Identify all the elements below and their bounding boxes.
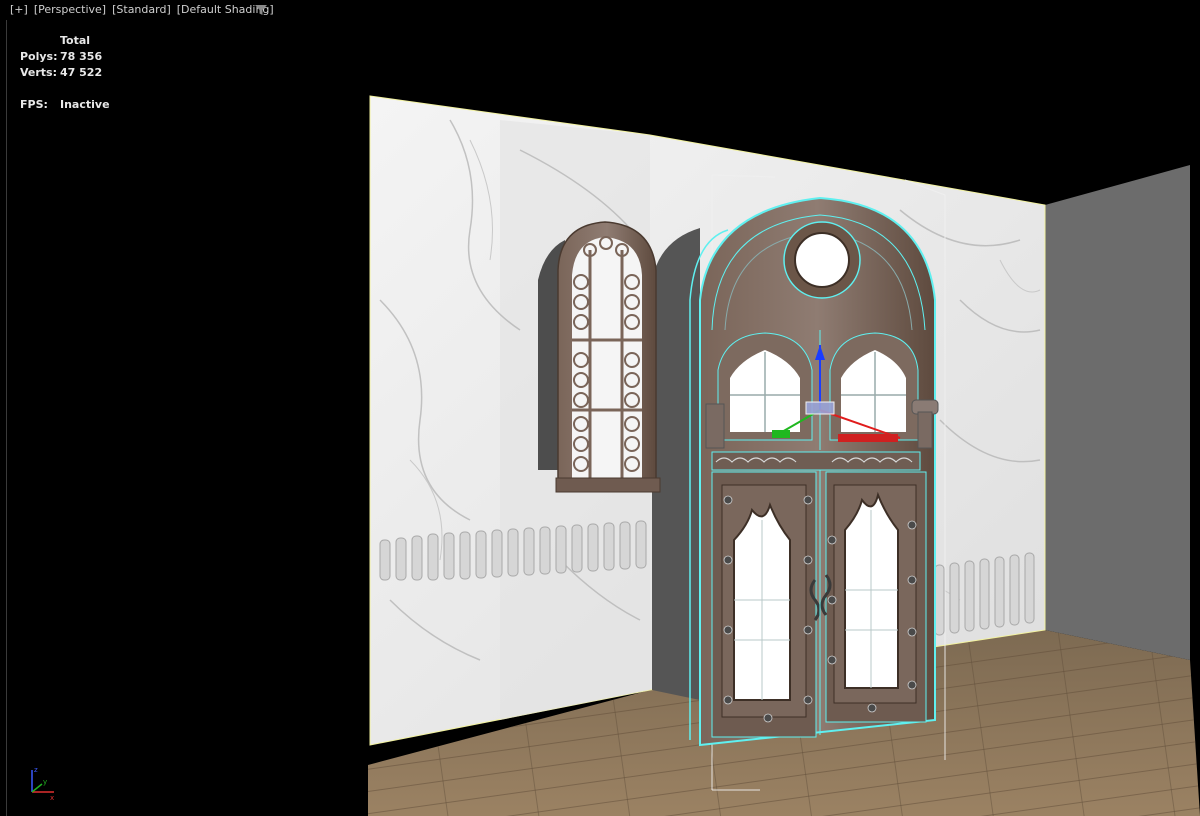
viewport-pov-menu[interactable]: [Perspective] — [34, 3, 106, 16]
gizmo-z-label: z — [34, 766, 38, 774]
viewport-perspective[interactable]: [+] [Perspective] [Standard] [Default Shadi… — [0, 0, 1200, 816]
viewport-border — [6, 20, 7, 816]
fps-value: Inactive — [60, 98, 110, 111]
door-niche — [652, 228, 700, 700]
viewport-plus-menu[interactable]: [+] — [10, 3, 28, 16]
verts-label: Verts: — [20, 66, 58, 79]
verts-value: 47 522 — [60, 66, 103, 79]
viewport-style-menu[interactable]: [Standard] — [112, 3, 171, 16]
filter-funnel-icon[interactable] — [254, 4, 268, 16]
small-arched-window[interactable] — [538, 221, 661, 493]
fps-label: FPS: — [20, 98, 48, 111]
stats-header: Total — [60, 34, 91, 47]
gizmo-x-label: x — [50, 794, 54, 802]
arched-door-selected[interactable] — [689, 196, 939, 747]
gizmo-y-label: y — [43, 778, 47, 786]
scene-render[interactable] — [368, 0, 1200, 816]
side-wall — [1045, 165, 1190, 660]
polys-value: 78 356 — [60, 50, 103, 63]
axis-tripod-icon: z x y — [31, 766, 54, 802]
radiator-right — [934, 552, 1035, 636]
polys-label: Polys: — [20, 50, 58, 63]
viewport-label-menu[interactable]: [+] [Perspective] [Standard] [Default Shadi… — [10, 3, 274, 16]
